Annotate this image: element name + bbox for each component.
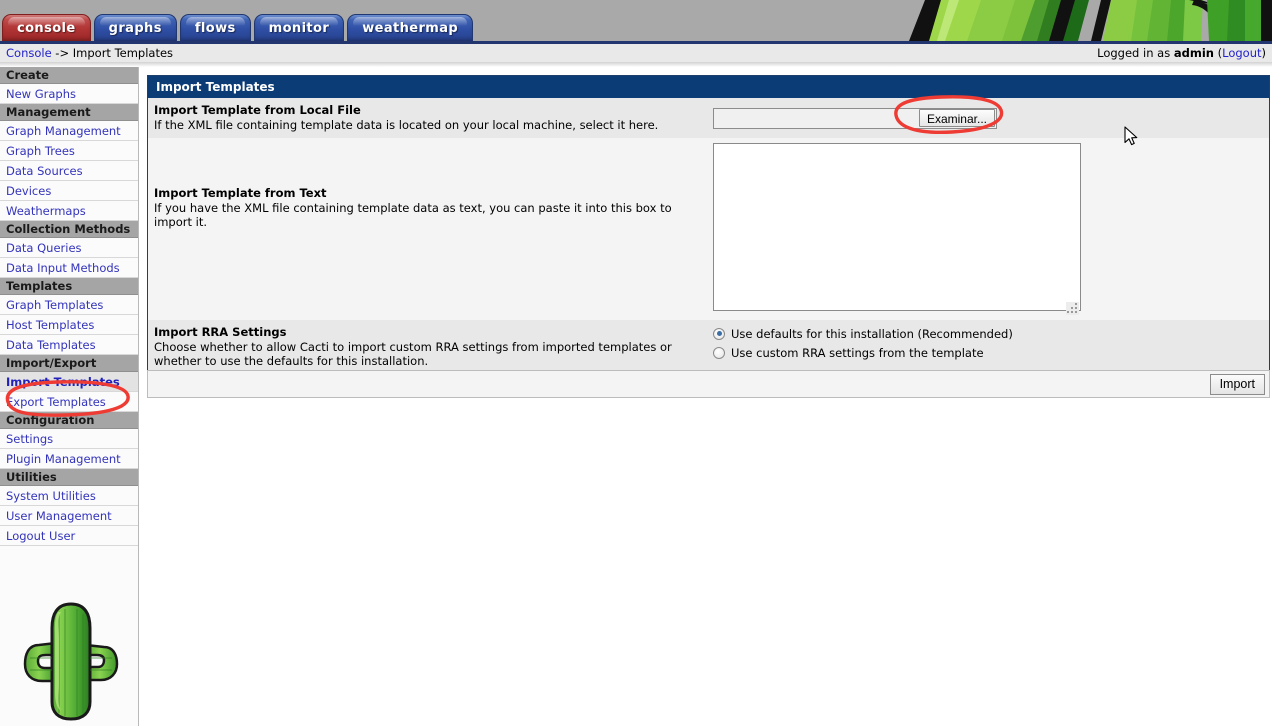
row-local-file-label: Import Template from Local File If the X… [148,98,713,138]
row-from-text-description: If you have the XML file containing temp… [154,201,672,229]
row-rra-field: Use defaults for this installation (Reco… [713,320,1269,374]
sidebar-item-import-templates[interactable]: Import Templates [0,372,138,392]
tab-console[interactable]: console [2,14,91,41]
tab-graphs-label: graphs [108,20,162,36]
tab-monitor-label: monitor [268,20,330,36]
sidebar-item-plugin-management[interactable]: Plugin Management [0,449,138,469]
row-import-rra-settings: Import RRA Settings Choose whether to al… [148,320,1269,374]
row-from-text-heading: Import Template from Text [154,186,327,200]
sidebar-item-new-graphs[interactable]: New Graphs [0,84,138,104]
sidebar-header-management: Management [0,104,138,121]
tab-weathermap-label: weathermap [362,20,459,36]
sidebar-item-export-templates[interactable]: Export Templates [0,392,138,412]
logout-link[interactable]: Logout [1222,46,1261,60]
rra-option-custom[interactable]: Use custom RRA settings from the templat… [713,344,1269,361]
page-root: console graphs flows monitor weathermap … [0,0,1272,726]
action-bar: Import [147,370,1270,398]
sidebar: Create New Graphs Management Graph Manag… [0,67,139,726]
sidebar-header-collection-methods: Collection Methods [0,221,138,238]
sidebar-item-system-utilities[interactable]: System Utilities [0,486,138,506]
rra-option-defaults-label: Use defaults for this installation (Reco… [731,326,1013,341]
sidebar-item-devices[interactable]: Devices [0,181,138,201]
login-open-paren: ( [1213,46,1223,60]
tab-graphs[interactable]: graphs [93,14,177,41]
login-prefix: Logged in as [1097,46,1174,60]
sidebar-header-utilities: Utilities [0,469,138,486]
import-button[interactable]: Import [1209,373,1265,395]
tab-monitor[interactable]: monitor [253,14,345,41]
breadcrumb-shadow [0,62,1272,67]
browse-button[interactable]: Examinar... [918,109,995,127]
sidebar-item-user-management[interactable]: User Management [0,506,138,526]
row-rra-description: Choose whether to allow Cacti to import … [154,340,672,368]
import-textarea-wrapper [713,143,1081,315]
sidebar-header-create: Create [0,67,138,84]
sidebar-item-data-input-methods[interactable]: Data Input Methods [0,258,138,278]
sidebar-item-graph-management[interactable]: Graph Management [0,121,138,141]
breadcrumb-current: Import Templates [72,46,174,60]
row-from-text-field [713,138,1269,320]
file-upload-input[interactable]: Examinar... [713,107,997,129]
header-banner: console graphs flows monitor weathermap [0,0,1272,41]
cactus-logo-icon [12,598,130,726]
rra-option-defaults-radio[interactable] [713,327,725,340]
sidebar-item-data-templates[interactable]: Data Templates [0,335,138,355]
import-templates-panel: Import Templates Import Template from Lo… [147,75,1270,375]
rra-option-defaults[interactable]: Use defaults for this installation (Reco… [713,325,1269,342]
rra-option-custom-radio[interactable] [713,346,725,359]
tab-flows-label: flows [194,20,236,36]
sidebar-item-graph-templates[interactable]: Graph Templates [0,295,138,315]
sidebar-header-configuration: Configuration [0,412,138,429]
login-close-paren: ) [1261,46,1267,60]
sidebar-item-host-templates[interactable]: Host Templates [0,315,138,335]
sidebar-item-data-queries[interactable]: Data Queries [0,238,138,258]
sidebar-header-import-export: Import/Export [0,355,138,372]
tab-console-label: console [17,20,76,36]
sidebar-item-data-sources[interactable]: Data Sources [0,161,138,181]
cactus-banner-image [889,0,1272,41]
row-local-file-description: If the XML file containing template data… [154,118,659,132]
main-tab-bar: console graphs flows monitor weathermap [0,0,476,41]
login-username: admin [1173,46,1214,60]
rra-option-custom-label: Use custom RRA settings from the templat… [731,345,984,360]
sidebar-item-settings[interactable]: Settings [0,429,138,449]
tab-weathermap[interactable]: weathermap [347,14,474,41]
row-local-file-field: Examinar... [713,98,1269,138]
breadcrumb: Console -> Import Templates Logged in as… [0,44,1272,62]
row-local-file-heading: Import Template from Local File [154,103,361,117]
breadcrumb-console-link[interactable]: Console [6,46,52,60]
breadcrumb-separator: -> [51,46,73,60]
row-rra-heading: Import RRA Settings [154,325,287,339]
panel-title: Import Templates [148,76,1269,98]
sidebar-item-graph-trees[interactable]: Graph Trees [0,141,138,161]
import-text-textarea[interactable] [713,143,1081,311]
row-from-text-label: Import Template from Text If you have th… [148,138,713,320]
row-rra-label: Import RRA Settings Choose whether to al… [148,320,713,374]
login-status: Logged in as admin (Logout) [1097,44,1266,62]
row-import-from-text: Import Template from Text If you have th… [148,138,1269,320]
tab-flows[interactable]: flows [179,14,251,41]
sidebar-item-weathermaps[interactable]: Weathermaps [0,201,138,221]
sidebar-header-templates: Templates [0,278,138,295]
sidebar-item-logout-user[interactable]: Logout User [0,526,138,546]
row-import-local-file: Import Template from Local File If the X… [148,98,1269,138]
